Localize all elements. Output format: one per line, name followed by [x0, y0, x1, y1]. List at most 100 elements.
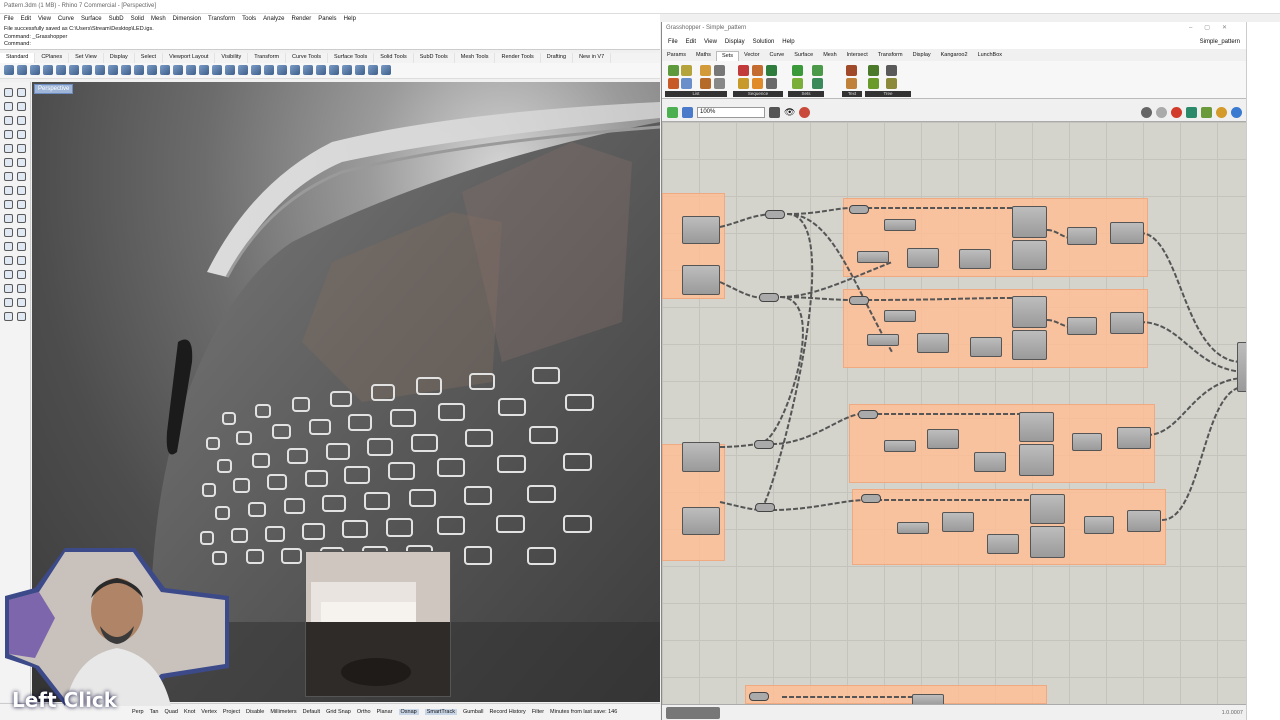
- chamfer-icon[interactable]: [17, 200, 26, 209]
- solver-icon[interactable]: [1231, 107, 1242, 118]
- join-icon[interactable]: [17, 228, 26, 237]
- menu-solid[interactable]: Solid: [131, 16, 144, 23]
- select-icon[interactable]: [225, 65, 235, 75]
- gh-tab-intersect[interactable]: Intersect: [842, 51, 873, 61]
- gh-menu-view[interactable]: View: [704, 39, 717, 46]
- gumball-icon[interactable]: [355, 65, 365, 75]
- sort-list-icon[interactable]: [681, 78, 692, 89]
- subtract-node-4[interactable]: [987, 534, 1019, 554]
- gh-tab-params[interactable]: Params: [662, 51, 691, 61]
- multiply-node-3[interactable]: [927, 429, 959, 449]
- osnap-knot[interactable]: Knot: [184, 709, 195, 715]
- extrude-icon[interactable]: [17, 158, 26, 167]
- subtract-node-1[interactable]: [959, 249, 991, 269]
- text-icon[interactable]: [17, 144, 26, 153]
- menu-surface[interactable]: Surface: [81, 16, 102, 23]
- zoom-extents-icon[interactable]: [173, 65, 183, 75]
- tab-select[interactable]: Select: [135, 53, 164, 63]
- open-file-icon[interactable]: [17, 65, 27, 75]
- series-icon[interactable]: [700, 65, 711, 76]
- range-icon[interactable]: [714, 65, 725, 76]
- copy-icon[interactable]: [82, 65, 92, 75]
- graft-tree-icon[interactable]: [868, 65, 879, 76]
- tab-drafting[interactable]: Drafting: [541, 53, 574, 63]
- viewport-title-perspective[interactable]: Perspective: [34, 84, 74, 94]
- properties-icon[interactable]: [56, 65, 66, 75]
- mesh-tool-icon[interactable]: [4, 186, 13, 195]
- lock-icon[interactable]: [264, 65, 274, 75]
- show-objects-icon[interactable]: [238, 65, 248, 75]
- line-node-5[interactable]: [1019, 412, 1054, 442]
- slider-6[interactable]: [755, 503, 775, 512]
- array-icon[interactable]: [4, 284, 13, 293]
- line-node-8[interactable]: [1030, 526, 1065, 558]
- toggle-osnap[interactable]: Osnap: [398, 709, 419, 715]
- merge-node-4[interactable]: [1084, 516, 1114, 534]
- fibonacci-icon[interactable]: [752, 65, 763, 76]
- gh-menu-file[interactable]: File: [668, 39, 678, 46]
- list-length-icon[interactable]: [681, 65, 692, 76]
- tab-visibility[interactable]: Visibility: [215, 53, 249, 63]
- color-wheel-icon[interactable]: [290, 65, 300, 75]
- tab-solid-tools[interactable]: Solid Tools: [374, 53, 414, 63]
- paste-icon[interactable]: [95, 65, 105, 75]
- current-layer[interactable]: Default: [303, 709, 320, 715]
- menu-transform[interactable]: Transform: [208, 16, 235, 23]
- pan-icon[interactable]: [121, 65, 131, 75]
- gh-tab-surface[interactable]: Surface: [789, 51, 818, 61]
- gh-tab-lunchbox[interactable]: LunchBox: [973, 51, 1007, 61]
- member-index-icon[interactable]: [792, 78, 803, 89]
- construct-point-node-1[interactable]: [682, 216, 720, 244]
- path-mapper-icon[interactable]: [886, 78, 897, 89]
- shaded-preview-icon[interactable]: [1171, 107, 1182, 118]
- check-icon[interactable]: [17, 298, 26, 307]
- flatten-tree-icon[interactable]: [886, 65, 897, 76]
- box-icon[interactable]: [4, 172, 13, 181]
- list-item-icon[interactable]: [668, 65, 679, 76]
- tab-cplanes[interactable]: CPlanes: [35, 53, 70, 63]
- toggle-filter[interactable]: Filter: [532, 709, 544, 715]
- slider-7[interactable]: [858, 410, 878, 419]
- menu-view[interactable]: View: [38, 16, 51, 23]
- construct-point-node-3[interactable]: [682, 442, 720, 472]
- polyline-icon[interactable]: [4, 102, 13, 111]
- menu-help[interactable]: Help: [344, 16, 356, 23]
- jitter-icon[interactable]: [766, 65, 777, 76]
- multiply-node-4[interactable]: [942, 512, 974, 532]
- stack-data-icon[interactable]: [766, 78, 777, 89]
- menu-subd[interactable]: SubD: [109, 16, 124, 23]
- layer-icon[interactable]: [277, 65, 287, 75]
- help-icon[interactable]: [381, 65, 391, 75]
- text-join-icon[interactable]: [846, 78, 857, 89]
- gh-tab-kangaroo2[interactable]: Kangaroo2: [936, 51, 973, 61]
- trim-icon[interactable]: [17, 214, 26, 223]
- line-node-7[interactable]: [1030, 494, 1065, 524]
- boolean-icon[interactable]: [4, 214, 13, 223]
- arc-icon[interactable]: [17, 116, 26, 125]
- slider-5[interactable]: [754, 440, 774, 449]
- osnap-quad[interactable]: Quad: [165, 709, 178, 715]
- open-file-icon-gh[interactable]: [667, 107, 678, 118]
- construct-point-node-4[interactable]: [682, 507, 720, 535]
- shape-node-4[interactable]: [1127, 510, 1161, 532]
- tab-set-view[interactable]: Set View: [69, 53, 104, 63]
- cplane-icon[interactable]: [212, 65, 222, 75]
- tab-standard[interactable]: Standard: [0, 53, 36, 63]
- slider-2[interactable]: [759, 293, 779, 302]
- circle-icon[interactable]: [4, 116, 13, 125]
- gh-menu-solution[interactable]: Solution: [753, 39, 775, 46]
- curve-node-2[interactable]: [857, 251, 889, 263]
- subtract-node-3[interactable]: [974, 452, 1006, 472]
- duplicate-icon[interactable]: [714, 78, 725, 89]
- menu-panels[interactable]: Panels: [318, 16, 336, 23]
- concatenate-icon[interactable]: [846, 65, 857, 76]
- tab-new-in-v7[interactable]: New in V7: [573, 53, 612, 63]
- toggle-record-history[interactable]: Record History: [489, 709, 525, 715]
- osnap-perp[interactable]: Perp: [132, 709, 144, 715]
- menu-mesh[interactable]: Mesh: [151, 16, 166, 23]
- line-node-6[interactable]: [1019, 444, 1054, 476]
- curve-node-5[interactable]: [884, 440, 916, 452]
- menu-dimension[interactable]: Dimension: [173, 16, 201, 23]
- zoom-icon[interactable]: [147, 65, 157, 75]
- slider-1[interactable]: [765, 210, 785, 219]
